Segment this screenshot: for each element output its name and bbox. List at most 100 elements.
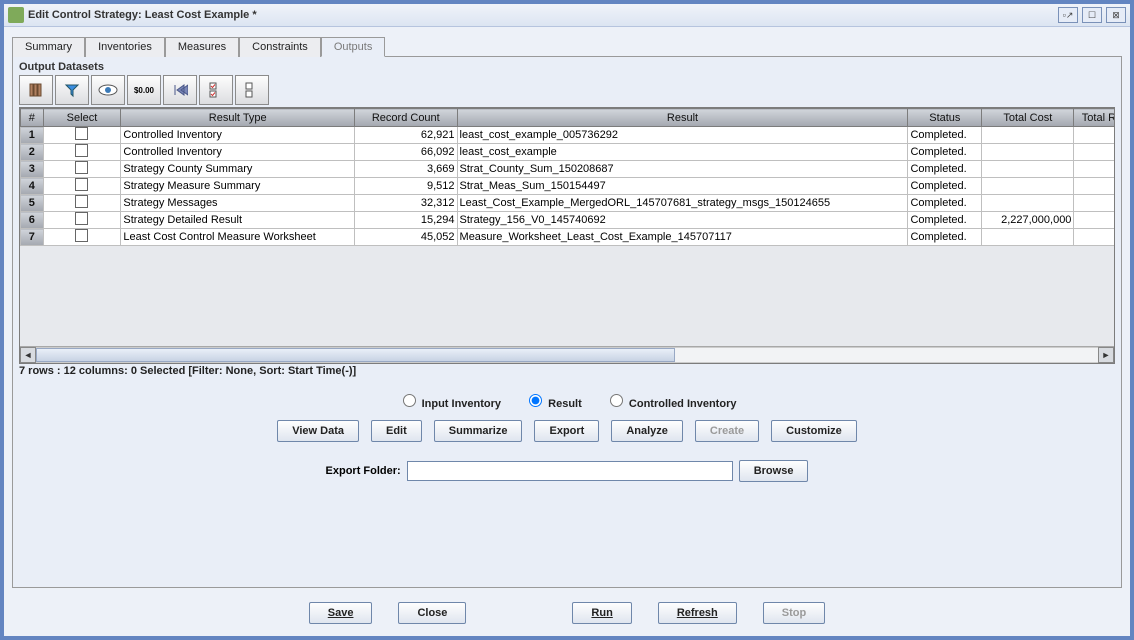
row-select[interactable]	[43, 144, 121, 161]
table-row[interactable]: 6Strategy Detailed Result15,294Strategy_…	[21, 212, 1116, 229]
close-button[interactable]: Close	[398, 602, 466, 624]
scroll-left-icon[interactable]: ◄	[20, 347, 36, 363]
row-type: Strategy Messages	[121, 195, 355, 212]
table-header-row: # Select Result Type Record Count Result…	[21, 109, 1116, 127]
row-totalrec	[1074, 161, 1115, 178]
analyze-button[interactable]: Analyze	[611, 420, 683, 442]
body: Summary Inventories Measures Constraints…	[4, 27, 1130, 636]
row-totalrec	[1074, 127, 1115, 144]
col-total-cost[interactable]: Total Cost	[982, 109, 1074, 127]
row-status: Completed.	[908, 127, 982, 144]
row-type: Controlled Inventory	[121, 144, 355, 161]
deselect-icon[interactable]	[235, 75, 269, 105]
col-result[interactable]: Result	[457, 109, 908, 127]
customize-button[interactable]: Customize	[771, 420, 857, 442]
edit-button[interactable]: Edit	[371, 420, 422, 442]
col-select[interactable]: Select	[43, 109, 121, 127]
create-button: Create	[695, 420, 759, 442]
table-row[interactable]: 2 Controlled Inventory66,092least_cost_ex…	[21, 144, 1116, 161]
scroll-right-icon[interactable]: ►	[1098, 347, 1114, 363]
col-status[interactable]: Status	[908, 109, 982, 127]
table-row[interactable]: 1Controlled Inventory62,921least_cost_ex…	[21, 127, 1116, 144]
row-status: Completed.	[908, 229, 982, 246]
table-row[interactable]: 5Strategy Messages32,312Least_Cost_Examp…	[21, 195, 1116, 212]
stop-button: Stop	[763, 602, 825, 624]
window-title: Edit Control Strategy: Least Cost Exampl…	[28, 9, 1058, 21]
radio-controlled-inventory[interactable]: Controlled Inventory	[605, 398, 737, 410]
radio-input-inventory[interactable]: Input Inventory	[398, 398, 502, 410]
row-num: 1	[21, 127, 44, 144]
tab-outputs[interactable]: Outputs	[321, 37, 386, 57]
tab-summary[interactable]: Summary	[12, 37, 85, 57]
row-count: 66,092	[355, 144, 457, 161]
export-button[interactable]: Export	[534, 420, 599, 442]
row-result: Strategy_156_V0_145740692	[457, 212, 908, 229]
browse-button[interactable]: Browse	[739, 460, 809, 482]
run-button[interactable]: Run	[572, 602, 631, 624]
tab-measures[interactable]: Measures	[165, 37, 239, 57]
row-select[interactable]	[43, 178, 121, 195]
row-status: Completed.	[908, 212, 982, 229]
row-select[interactable]	[43, 127, 121, 144]
col-total-rec[interactable]: Total Rec	[1074, 109, 1115, 127]
row-select[interactable]	[43, 161, 121, 178]
row-result: least_cost_example	[457, 144, 908, 161]
row-select[interactable]	[43, 229, 121, 246]
first-icon[interactable]	[163, 75, 197, 105]
refresh-button[interactable]: Refresh	[658, 602, 737, 624]
tab-constraints[interactable]: Constraints	[239, 37, 321, 57]
row-status: Completed.	[908, 144, 982, 161]
close-window-icon[interactable]: ⊠	[1106, 7, 1126, 23]
table-status: 7 rows : 12 columns: 0 Selected [Filter:…	[19, 364, 1115, 385]
row-result: Measure_Worksheet_Least_Cost_Example_145…	[457, 229, 908, 246]
export-folder-row: Export Folder: Browse	[19, 460, 1115, 482]
maximize-window-icon[interactable]: ☐	[1082, 7, 1102, 23]
save-button[interactable]: Save	[309, 602, 373, 624]
table-row[interactable]: 4Strategy Measure Summary9,512Strat_Meas…	[21, 178, 1116, 195]
window-frame: Edit Control Strategy: Least Cost Exampl…	[0, 0, 1134, 640]
row-status: Completed.	[908, 161, 982, 178]
row-type: Least Cost Control Measure Worksheet	[121, 229, 355, 246]
row-num: 6	[21, 212, 44, 229]
window-controls: ▫↗ ☐ ⊠	[1058, 7, 1126, 23]
scroll-thumb[interactable]	[36, 348, 675, 362]
view-data-button[interactable]: View Data	[277, 420, 359, 442]
table-row[interactable]: 3Strategy County Summary3,669Strat_Count…	[21, 161, 1116, 178]
select-all-icon[interactable]	[199, 75, 233, 105]
col-result-type[interactable]: Result Type	[121, 109, 355, 127]
row-count: 3,669	[355, 161, 457, 178]
col-record-count[interactable]: Record Count	[355, 109, 457, 127]
row-num: 2	[21, 144, 44, 161]
tab-inventories[interactable]: Inventories	[85, 37, 165, 57]
row-select[interactable]	[43, 212, 121, 229]
col-num[interactable]: #	[21, 109, 44, 127]
radio-result[interactable]: Result	[524, 398, 582, 410]
export-folder-input[interactable]	[407, 461, 733, 481]
row-select[interactable]	[43, 195, 121, 212]
summarize-button[interactable]: Summarize	[434, 420, 523, 442]
horizontal-scrollbar[interactable]: ◄ ►	[20, 346, 1114, 363]
row-cost	[982, 127, 1074, 144]
table-row[interactable]: 7Least Cost Control Measure Worksheet45,…	[21, 229, 1116, 246]
table-empty-area	[20, 246, 1114, 346]
radio-result-label: Result	[548, 398, 582, 410]
row-cost	[982, 178, 1074, 195]
titlebar: Edit Control Strategy: Least Cost Exampl…	[4, 4, 1130, 27]
action-button-row: View Data Edit Summarize Export Analyze …	[19, 420, 1115, 442]
row-result: least_cost_example_005736292	[457, 127, 908, 144]
filter-icon[interactable]	[55, 75, 89, 105]
row-cost: 2,227,000,000	[982, 212, 1074, 229]
row-result: Least_Cost_Example_MergedORL_145707681_s…	[457, 195, 908, 212]
columns-icon[interactable]	[19, 75, 53, 105]
format-icon[interactable]: $0.00	[127, 75, 161, 105]
radio-controlled-label: Controlled Inventory	[629, 398, 737, 410]
row-count: 9,512	[355, 178, 457, 195]
row-result: Strat_County_Sum_150208687	[457, 161, 908, 178]
row-cost	[982, 195, 1074, 212]
eye-icon[interactable]	[91, 75, 125, 105]
minimize-window-icon[interactable]: ▫↗	[1058, 7, 1078, 23]
toolbar: $0.00	[19, 75, 1115, 105]
row-num: 4	[21, 178, 44, 195]
row-totalrec	[1074, 212, 1115, 229]
scroll-track[interactable]	[36, 347, 1098, 363]
